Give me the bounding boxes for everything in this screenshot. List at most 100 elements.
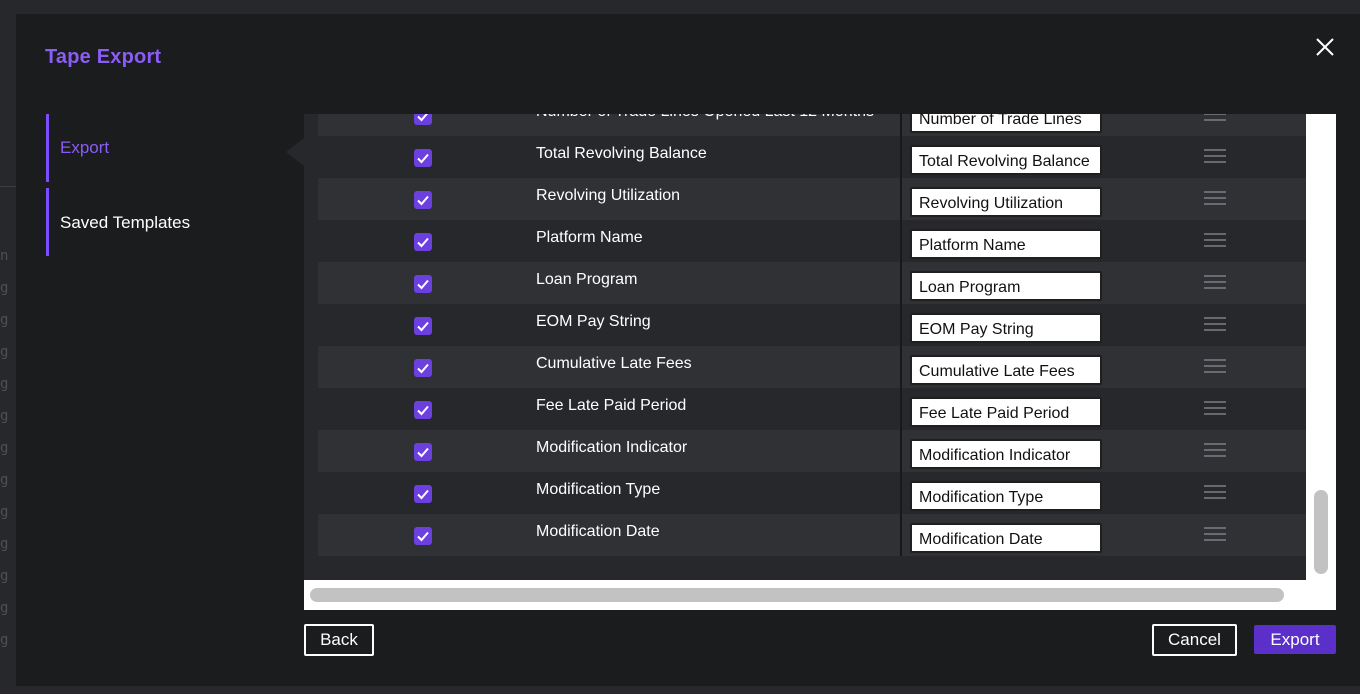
column-name: Revolving Utilization [536, 187, 681, 204]
table-row: EOM Pay String [318, 304, 1306, 346]
include-checkbox[interactable] [414, 401, 432, 419]
column-divider [900, 472, 902, 514]
column-name: Number of Trade Lines Opened Last 12 Mon… [536, 114, 900, 121]
checkbox-checked-icon [417, 363, 429, 374]
column-divider [900, 262, 902, 304]
drag-handle-icon [1204, 233, 1226, 247]
table-row: Total Revolving Balance [318, 136, 1306, 178]
checkbox-checked-icon [417, 321, 429, 332]
drag-handle[interactable] [1204, 358, 1226, 374]
export-header-input[interactable] [910, 481, 1102, 511]
columns-table[interactable]: Number of Trade Lines Opened Last 12 Mon… [304, 114, 1306, 580]
include-checkbox[interactable] [414, 191, 432, 209]
column-name: Modification Type [536, 481, 661, 498]
checkbox-checked-icon [417, 279, 429, 290]
column-divider [900, 388, 902, 430]
column-name: Modification Indicator [536, 439, 688, 456]
drag-handle-icon [1204, 149, 1226, 163]
drag-handle-icon [1204, 317, 1226, 331]
include-checkbox[interactable] [414, 443, 432, 461]
export-header-input[interactable] [910, 397, 1102, 427]
include-checkbox[interactable] [414, 233, 432, 251]
export-header-input[interactable] [910, 271, 1102, 301]
drag-handle-icon [1204, 485, 1226, 499]
column-divider [900, 114, 902, 136]
column-name: Loan Program [536, 271, 638, 288]
drag-handle[interactable] [1204, 114, 1226, 122]
drag-handle-icon [1204, 191, 1226, 205]
column-name: Total Revolving Balance [536, 145, 707, 162]
include-checkbox[interactable] [414, 527, 432, 545]
sidebar-item-export[interactable]: Export [46, 114, 296, 182]
drag-handle-icon [1204, 359, 1226, 373]
export-header-input[interactable] [910, 523, 1102, 553]
export-header-input[interactable] [910, 439, 1102, 469]
horizontal-scrollbar-thumb[interactable] [310, 588, 1284, 602]
sidebar-item-label: Export [60, 138, 110, 157]
vertical-scrollbar-thumb[interactable] [1314, 490, 1328, 574]
back-button[interactable]: Back [304, 624, 374, 656]
sidebar-item-saved-templates[interactable]: Saved Templates [46, 188, 296, 256]
table-row: Revolving Utilization [318, 178, 1306, 220]
table-row: Fee Late Paid Period [318, 388, 1306, 430]
include-checkbox[interactable] [414, 317, 432, 335]
table-row: Modification Date [318, 514, 1306, 556]
export-header-input[interactable] [910, 187, 1102, 217]
include-checkbox[interactable] [414, 485, 432, 503]
sidebar-item-label: Saved Templates [60, 213, 191, 232]
drag-handle-icon [1204, 401, 1226, 415]
columns-table-body: Number of Trade Lines Opened Last 12 Mon… [318, 114, 1306, 556]
drag-handle[interactable] [1204, 316, 1226, 332]
drag-handle[interactable] [1204, 232, 1226, 248]
checkbox-checked-icon [417, 114, 429, 122]
drag-handle[interactable] [1204, 484, 1226, 500]
checkbox-checked-icon [417, 237, 429, 248]
export-content-panel: Number of Trade Lines Opened Last 12 Mon… [304, 114, 1336, 610]
column-divider [900, 220, 902, 262]
checkbox-checked-icon [417, 405, 429, 416]
background-app-footer [0, 686, 1360, 694]
column-name: Fee Late Paid Period [536, 397, 687, 414]
column-name: Modification Date [536, 523, 660, 540]
export-header-input[interactable] [910, 229, 1102, 259]
column-divider [900, 514, 902, 556]
close-button[interactable] [1314, 36, 1336, 58]
table-row: Loan Program [318, 262, 1306, 304]
drag-handle[interactable] [1204, 526, 1226, 542]
cancel-button[interactable]: Cancel [1152, 624, 1237, 656]
export-header-input[interactable] [910, 313, 1102, 343]
checkbox-checked-icon [417, 447, 429, 458]
export-header-input[interactable] [910, 355, 1102, 385]
export-header-input[interactable] [910, 114, 1102, 133]
export-button[interactable]: Export [1254, 625, 1336, 654]
include-checkbox[interactable] [414, 149, 432, 167]
column-divider [900, 304, 902, 346]
close-icon [1316, 38, 1334, 56]
checkbox-checked-icon [417, 531, 429, 542]
drag-handle[interactable] [1204, 400, 1226, 416]
drag-handle[interactable] [1204, 442, 1226, 458]
table-row: Platform Name [318, 220, 1306, 262]
export-header-input[interactable] [910, 145, 1102, 175]
drag-handle-icon [1204, 443, 1226, 457]
active-section-pointer [286, 138, 304, 166]
column-divider [900, 346, 902, 388]
checkbox-checked-icon [417, 153, 429, 164]
drag-handle[interactable] [1204, 274, 1226, 290]
tape-export-modal: Tape Export Export Saved Templates Numbe… [16, 14, 1360, 686]
include-checkbox[interactable] [414, 114, 432, 125]
include-checkbox[interactable] [414, 359, 432, 377]
drag-handle[interactable] [1204, 148, 1226, 164]
background-app-fragment: ngggggggggggg [0, 248, 9, 648]
column-name: EOM Pay String [536, 313, 651, 330]
drag-handle-icon [1204, 114, 1226, 121]
column-name: Platform Name [536, 229, 643, 246]
include-checkbox[interactable] [414, 275, 432, 293]
table-row: Number of Trade Lines Opened Last 12 Mon… [318, 114, 1306, 136]
table-row: Modification Indicator [318, 430, 1306, 472]
drag-handle[interactable] [1204, 190, 1226, 206]
background-divider [0, 186, 16, 187]
table-row: Cumulative Late Fees [318, 346, 1306, 388]
drag-handle-icon [1204, 527, 1226, 541]
modal-title: Tape Export [45, 46, 162, 68]
